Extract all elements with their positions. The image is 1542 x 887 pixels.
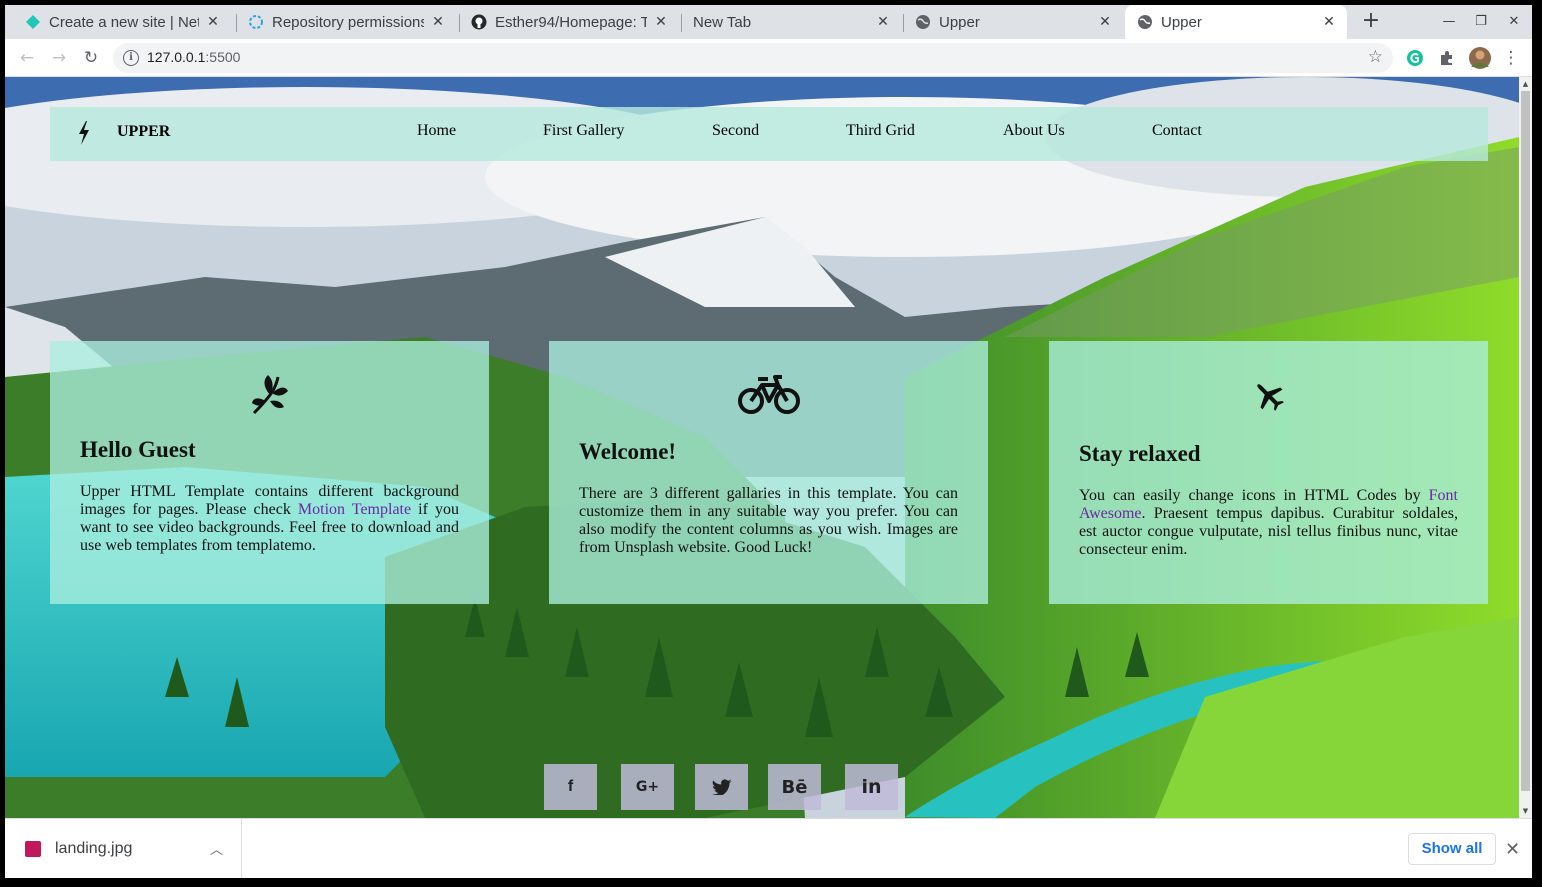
bookmark-star-icon[interactable]: ☆: [1368, 47, 1383, 67]
bicycle-icon: [737, 375, 800, 414]
site-info-icon[interactable]: i: [123, 50, 139, 66]
site-navbar: UPPER Home First Gallery Second Third Gr…: [50, 107, 1488, 161]
card-title: Hello Guest: [80, 437, 196, 462]
nav-second[interactable]: Second: [712, 122, 759, 140]
back-button[interactable]: ←: [16, 47, 38, 69]
google-plus-button[interactable]: G+: [621, 764, 674, 810]
reload-button[interactable]: ↻: [80, 47, 102, 69]
download-item[interactable]: landing.jpg ︿: [5, 819, 242, 878]
restore-icon[interactable]: ❐: [1471, 12, 1491, 32]
twitter-button[interactable]: [695, 764, 748, 810]
tab-title: Repository permissions: [272, 13, 424, 31]
tab-title: Create a new site | Netlify: [49, 13, 199, 31]
globe-icon: [915, 14, 931, 30]
close-icon[interactable]: ✕: [205, 14, 221, 30]
url-text: 127.0.0.1:5500: [147, 49, 241, 65]
download-shelf: landing.jpg ︿ Show all ✕: [5, 818, 1532, 878]
grammarly-extension-icon[interactable]: [1405, 48, 1425, 68]
close-window-icon[interactable]: ✕: [1504, 12, 1524, 32]
bolt-icon: [79, 121, 89, 145]
facebook-icon: f: [567, 778, 574, 795]
browser-window: Create a new site | Netlify ✕ Repository…: [5, 5, 1532, 878]
show-all-button[interactable]: Show all: [1408, 833, 1496, 865]
page-scrollbar[interactable]: ▲ ▼: [1519, 77, 1532, 818]
minimize-icon[interactable]: —: [1439, 12, 1459, 32]
google-plus-icon: G+: [635, 779, 660, 795]
linkedin-button[interactable]: in: [845, 764, 898, 810]
site-brand[interactable]: UPPER: [117, 123, 170, 141]
tab-title: New Tab: [693, 13, 752, 31]
tab-strip: Create a new site | Netlify ✕ Repository…: [5, 5, 1532, 39]
chevron-up-icon[interactable]: ︿: [210, 839, 223, 858]
github-icon: [471, 14, 487, 30]
close-icon[interactable]: ✕: [653, 14, 669, 30]
tab-new-tab[interactable]: New Tab ✕: [681, 5, 901, 39]
motion-template-link[interactable]: Motion Template: [298, 501, 411, 518]
card-title: Stay relaxed: [1079, 441, 1201, 466]
nav-about-us[interactable]: About Us: [1003, 122, 1065, 140]
forward-button[interactable]: →: [48, 47, 70, 69]
tab-netlify-new-site[interactable]: Create a new site | Netlify ✕: [13, 5, 231, 39]
leaf-icon: [251, 375, 288, 415]
card-text: There are 3 different gallaries in this …: [579, 485, 958, 556]
nav-contact[interactable]: Contact: [1152, 122, 1202, 140]
browser-toolbar: ← → ↻ i 127.0.0.1:5500 ☆ ⋮: [5, 39, 1532, 77]
tab-title: Upper: [1161, 13, 1202, 31]
netlify-icon: [248, 14, 264, 30]
twitter-icon: [711, 779, 732, 795]
close-icon[interactable]: ✕: [1321, 14, 1337, 30]
scroll-thumb[interactable]: [1521, 91, 1530, 791]
close-icon[interactable]: ✕: [875, 14, 891, 30]
tab-title: Upper: [939, 13, 980, 31]
close-icon[interactable]: ✕: [1505, 839, 1520, 860]
tab-upper-active[interactable]: Upper ✕: [1125, 5, 1347, 39]
behance-button[interactable]: Bē: [768, 764, 821, 810]
plane-icon: [1256, 384, 1284, 411]
extensions-puzzle-icon[interactable]: [1437, 48, 1457, 68]
card-text: You can easily change icons in HTML Code…: [1079, 487, 1458, 558]
card-welcome: Welcome! There are 3 different gallaries…: [549, 341, 988, 604]
tab-title: Esther94/Homepage: T: [495, 13, 647, 31]
card-stay-relaxed: Stay relaxed You can easily change icons…: [1049, 341, 1488, 604]
nav-home[interactable]: Home: [417, 122, 456, 140]
address-bar[interactable]: i 127.0.0.1:5500 ☆: [113, 43, 1393, 73]
nav-third-grid[interactable]: Third Grid: [846, 122, 915, 140]
nav-first-gallery[interactable]: First Gallery: [543, 122, 624, 140]
scroll-down-arrow[interactable]: ▼: [1519, 805, 1532, 817]
tab-upper[interactable]: Upper ✕: [903, 5, 1123, 39]
close-icon[interactable]: ✕: [430, 14, 446, 30]
download-filename: landing.jpg: [55, 840, 133, 857]
facebook-button[interactable]: f: [544, 764, 597, 810]
page-viewport: UPPER Home First Gallery Second Third Gr…: [5, 77, 1519, 818]
new-tab-button[interactable]: +: [1359, 10, 1383, 34]
image-file-icon: [25, 841, 41, 857]
close-icon[interactable]: ✕: [1097, 14, 1113, 30]
behance-icon: Bē: [781, 776, 808, 798]
tab-github-homepage[interactable]: Esther94/Homepage: T ✕: [459, 5, 679, 39]
browser-menu-icon[interactable]: ⋮: [1500, 47, 1522, 69]
scroll-up-arrow[interactable]: ▲: [1519, 78, 1532, 90]
netlify-icon: [25, 14, 41, 30]
tab-repository-permissions[interactable]: Repository permissions ✕: [236, 5, 456, 39]
card-hello-guest: Hello Guest Upper HTML Template contains…: [50, 341, 489, 604]
globe-icon: [1137, 14, 1153, 30]
card-title: Welcome!: [579, 439, 677, 464]
card-text: Upper HTML Template contains different b…: [80, 483, 459, 554]
profile-avatar[interactable]: [1468, 46, 1492, 70]
linkedin-icon: in: [861, 776, 882, 798]
